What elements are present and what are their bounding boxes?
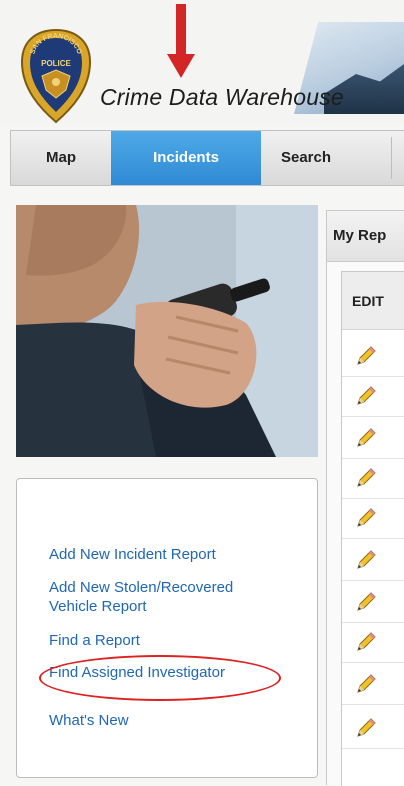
tab-divider bbox=[391, 137, 392, 179]
pencil-icon[interactable] bbox=[354, 344, 378, 368]
svg-text:POLICE: POLICE bbox=[41, 59, 71, 68]
table-row bbox=[342, 708, 404, 749]
red-arrow-annotation bbox=[176, 4, 186, 56]
table-row bbox=[342, 498, 404, 539]
app-title: Crime Data Warehouse bbox=[100, 84, 344, 110]
officer-photo bbox=[16, 205, 318, 457]
pencil-icon[interactable] bbox=[354, 466, 378, 490]
app-header: SAN FRANCISCO POLICE Crime Data Warehous… bbox=[0, 0, 404, 124]
red-arrow-head bbox=[167, 54, 195, 78]
tab-map[interactable]: Map bbox=[11, 131, 111, 185]
add-stolen-vehicle-report-link[interactable]: Add New Stolen/Recovered Vehicle Report bbox=[49, 578, 279, 616]
table-row bbox=[342, 418, 404, 459]
pencil-icon[interactable] bbox=[354, 672, 378, 696]
find-report-link[interactable]: Find a Report bbox=[49, 631, 140, 650]
pencil-icon[interactable] bbox=[354, 426, 378, 450]
my-reports-title: My Rep bbox=[327, 211, 404, 262]
sfpd-badge-logo: SAN FRANCISCO POLICE bbox=[20, 28, 92, 124]
tab-search[interactable]: Search bbox=[261, 131, 351, 185]
table-row bbox=[342, 458, 404, 499]
table-row bbox=[342, 336, 404, 377]
main-nav: Map Incidents Search bbox=[10, 130, 404, 186]
highlight-circle-annotation bbox=[39, 655, 281, 701]
pencil-icon[interactable] bbox=[354, 630, 378, 654]
tab-incidents[interactable]: Incidents bbox=[111, 131, 261, 185]
pencil-icon[interactable] bbox=[354, 590, 378, 614]
pencil-icon[interactable] bbox=[354, 506, 378, 530]
pencil-icon[interactable] bbox=[354, 548, 378, 572]
table-row bbox=[342, 376, 404, 417]
table-row bbox=[342, 664, 404, 705]
table-row bbox=[342, 582, 404, 623]
table-row bbox=[342, 622, 404, 663]
whats-new-link[interactable]: What's New bbox=[49, 711, 129, 730]
add-incident-report-link[interactable]: Add New Incident Report bbox=[49, 545, 216, 564]
pencil-icon[interactable] bbox=[354, 716, 378, 740]
reports-table: EDIT bbox=[341, 271, 404, 786]
pencil-icon[interactable] bbox=[354, 384, 378, 408]
quick-links-panel: Add New Incident Report Add New Stolen/R… bbox=[16, 478, 318, 778]
my-reports-panel: My Rep EDIT bbox=[326, 210, 404, 786]
table-row bbox=[342, 540, 404, 581]
edit-column-header: EDIT bbox=[342, 272, 404, 330]
